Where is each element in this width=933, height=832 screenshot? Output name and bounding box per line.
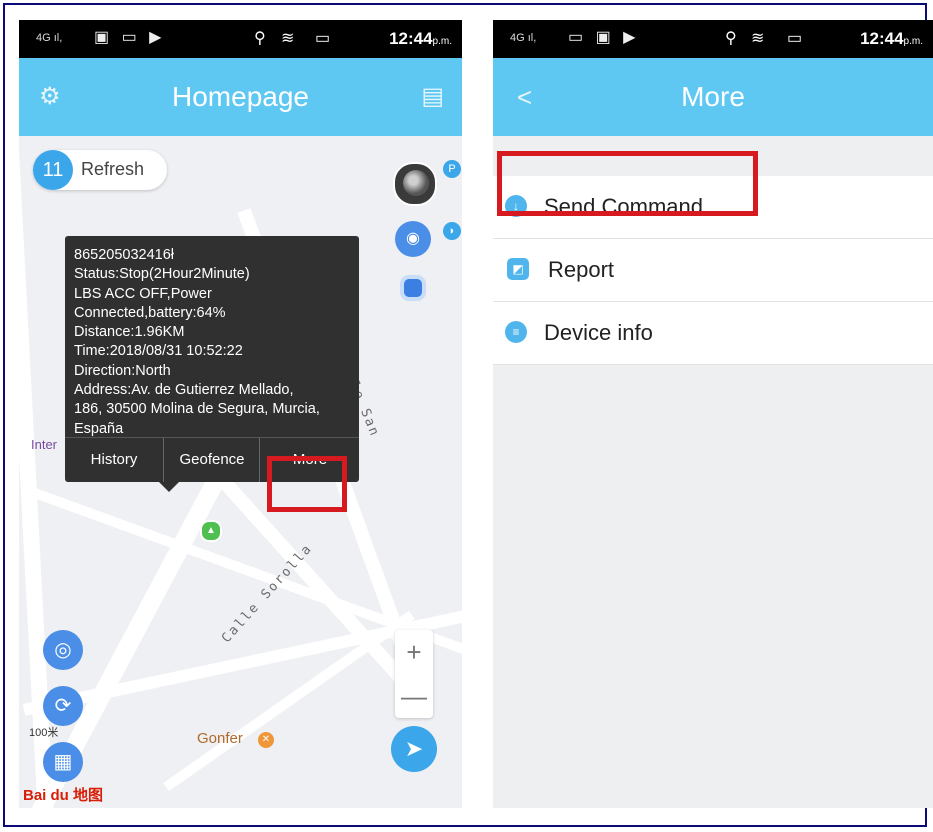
highlight-box-send-command [497, 151, 758, 216]
device-info-text: 865205032416ł Status:Stop(2Hour2Minute) … [74, 246, 354, 439]
report-icon: ◩ [507, 258, 529, 280]
zoom-control: + — [395, 630, 433, 718]
menu-item-report[interactable]: ◩ Report [493, 239, 933, 302]
title-bar: < More [493, 58, 933, 136]
device-status: Status:Stop(2Hour2Minute) [74, 266, 250, 283]
start-marker-icon: ▲ [200, 520, 222, 542]
wifi-icon: ≋ [751, 30, 765, 47]
locate-icon[interactable]: ◎ [43, 630, 83, 670]
road [163, 610, 415, 792]
zoom-in-button[interactable]: + [395, 630, 433, 674]
title-bar: ⚙ Homepage ▤ [19, 58, 462, 136]
parking-icon: P [443, 160, 461, 178]
place-label: Inter [31, 437, 58, 452]
device-battery: Connected,battery:64% [74, 304, 226, 321]
history-button[interactable]: History [65, 438, 163, 482]
menu-item-label: Device info [544, 320, 653, 345]
user-location-icon[interactable]: ◉ [395, 221, 431, 257]
highlight-box-more [267, 456, 347, 512]
device-lbs: LBS ACC OFF,Power [74, 285, 212, 302]
device-info-popup: 865205032416ł Status:Stop(2Hour2Minute) … [65, 236, 359, 482]
network-indicator: 4G ıl, [36, 32, 63, 44]
baidu-logo: Bai du 地图 [23, 787, 104, 804]
popup-pointer [159, 482, 179, 492]
apps-grid-icon[interactable]: ▦ [43, 742, 83, 782]
map-scale: 100米 [29, 727, 59, 739]
homepage-screen: 4G ıl, ▣ ▭ ▶ ⚲ ≋ ▭ 12:44p.m. ⚙ Homepage … [19, 20, 462, 808]
poi-icon: ✕ [258, 732, 274, 748]
menu-item-label: Report [548, 257, 615, 282]
info-icon: ≡ [505, 321, 527, 343]
map-view[interactable]: Calle San Rafael Calle Sorolla Inter 11 … [19, 96, 462, 808]
zoom-out-button[interactable]: — [395, 674, 433, 718]
message-icon[interactable]: ▤ [421, 82, 444, 111]
battery-icon: ▭ [787, 30, 803, 47]
notification-icons: ▭ ▣ ▶ [568, 29, 640, 46]
location-icon: ⚲ [725, 30, 737, 47]
network-indicator: 4G ıl, [510, 32, 537, 44]
battery-icon: ▭ [315, 30, 331, 47]
device-address-line1: Address:Av. de Gutierrez Mellado, [74, 382, 294, 399]
status-bar: 4G ıl, ▭ ▣ ▶ ⚲ ≋ ▭ 12:44p.m. [493, 20, 933, 58]
more-screen: 4G ıl, ▭ ▣ ▶ ⚲ ≋ ▭ 12:44p.m. < More ↓ Se… [493, 20, 933, 808]
device-time: Time:2018/08/31 10:52:22 [74, 343, 243, 360]
device-avatar[interactable] [393, 162, 437, 206]
poi-label: Gonfer [197, 730, 243, 747]
device-distance: Distance:1.96KM [74, 324, 185, 341]
device-direction: Direction:North [74, 362, 171, 379]
device-position-marker[interactable] [400, 275, 426, 301]
refresh-countdown: 11 [33, 150, 73, 190]
refresh-label: Refresh [81, 159, 145, 179]
menu-item-device-info[interactable]: ≡ Device info [493, 302, 933, 365]
page-title: More [681, 81, 745, 112]
geofence-button[interactable]: Geofence [163, 438, 260, 482]
refresh-button[interactable]: 11 Refresh [33, 150, 167, 190]
location-icon: ⚲ [254, 30, 266, 47]
navigate-icon[interactable]: ➤ [391, 726, 437, 772]
poi-icon: ◗ [443, 222, 461, 240]
page-title: Homepage [172, 81, 309, 112]
device-address-line2: 186, 30500 Molina de Segura, Murcia, [74, 401, 320, 418]
clock: 12:44p.m. [389, 29, 452, 48]
status-bar: 4G ıl, ▣ ▭ ▶ ⚲ ≋ ▭ 12:44p.m. [19, 20, 462, 58]
notification-icons: ▣ ▭ ▶ [94, 29, 166, 46]
wifi-icon: ≋ [281, 30, 295, 47]
device-id: 865205032416ł [74, 247, 174, 263]
clock: 12:44p.m. [860, 29, 923, 48]
sync-icon[interactable]: ⟳ [43, 686, 83, 726]
